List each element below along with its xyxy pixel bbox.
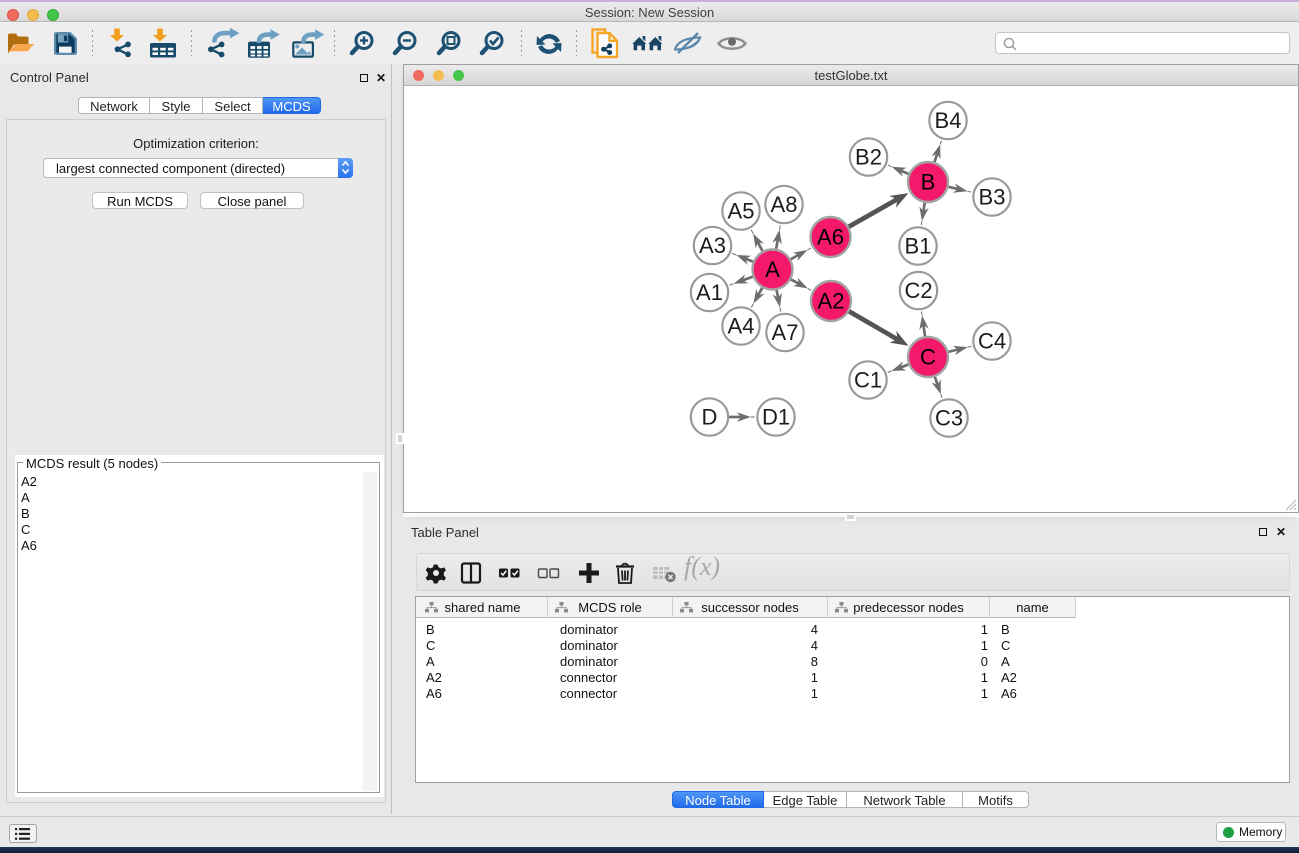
svg-text:A7: A7 — [772, 320, 799, 345]
svg-text:B: B — [921, 170, 936, 195]
svg-text:D: D — [702, 405, 718, 430]
svg-text:C: C — [920, 345, 936, 370]
svg-text:B3: B3 — [979, 185, 1006, 210]
svg-text:A4: A4 — [728, 314, 755, 339]
svg-text:C1: C1 — [854, 368, 882, 393]
svg-text:B2: B2 — [855, 145, 882, 170]
svg-text:B1: B1 — [905, 234, 932, 259]
svg-text:D1: D1 — [762, 405, 790, 430]
svg-text:C3: C3 — [935, 406, 963, 431]
svg-text:A2: A2 — [818, 289, 845, 314]
svg-text:C2: C2 — [904, 278, 932, 303]
svg-text:A5: A5 — [728, 199, 755, 224]
svg-text:C4: C4 — [978, 329, 1006, 354]
svg-text:A8: A8 — [771, 192, 798, 217]
svg-text:B4: B4 — [935, 108, 962, 133]
svg-text:A6: A6 — [817, 225, 844, 250]
svg-text:A3: A3 — [699, 233, 726, 258]
svg-text:A1: A1 — [696, 280, 723, 305]
svg-text:A: A — [765, 257, 780, 282]
